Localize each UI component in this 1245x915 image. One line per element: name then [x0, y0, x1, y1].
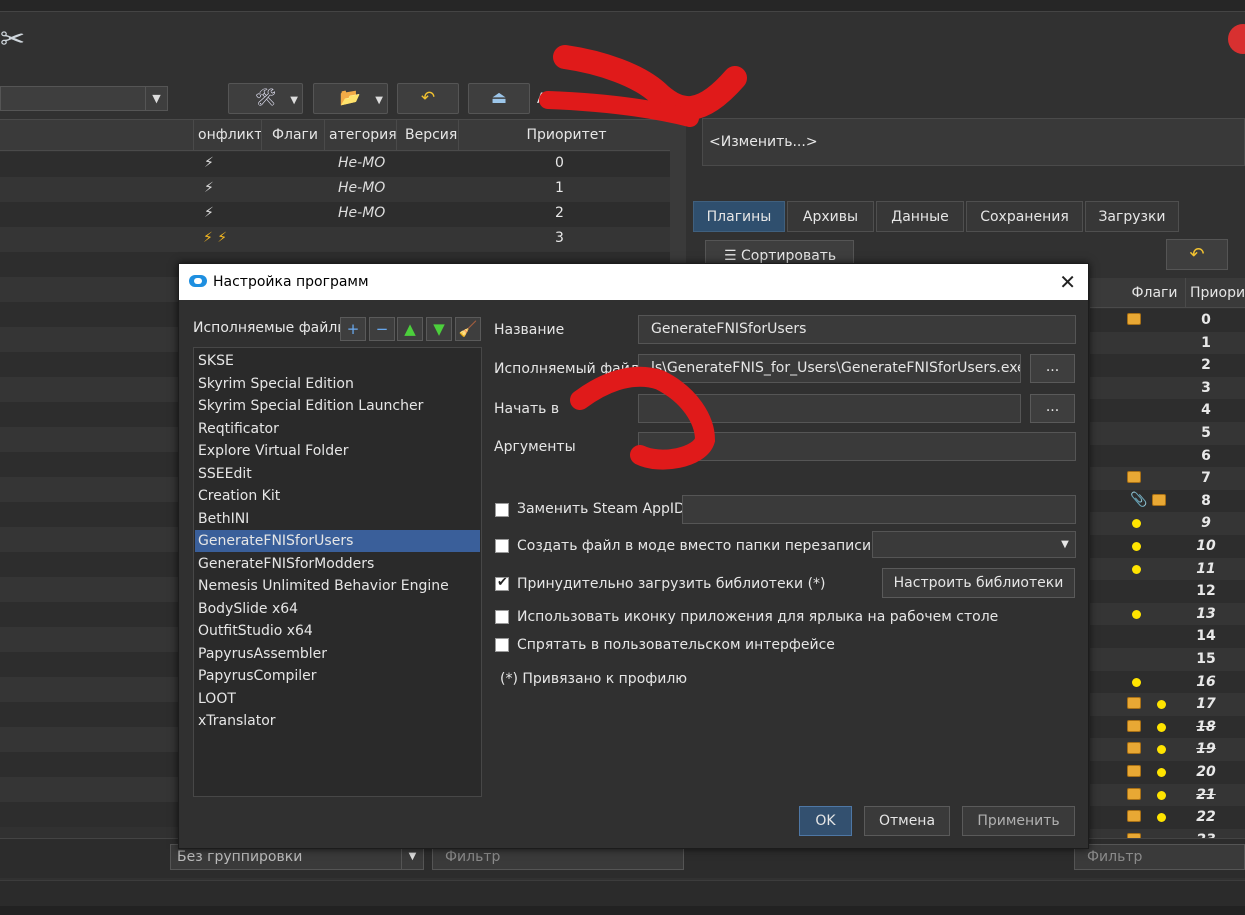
red-scribble-middle: [570, 366, 716, 470]
red-annotation-marks: [539, 45, 747, 470]
